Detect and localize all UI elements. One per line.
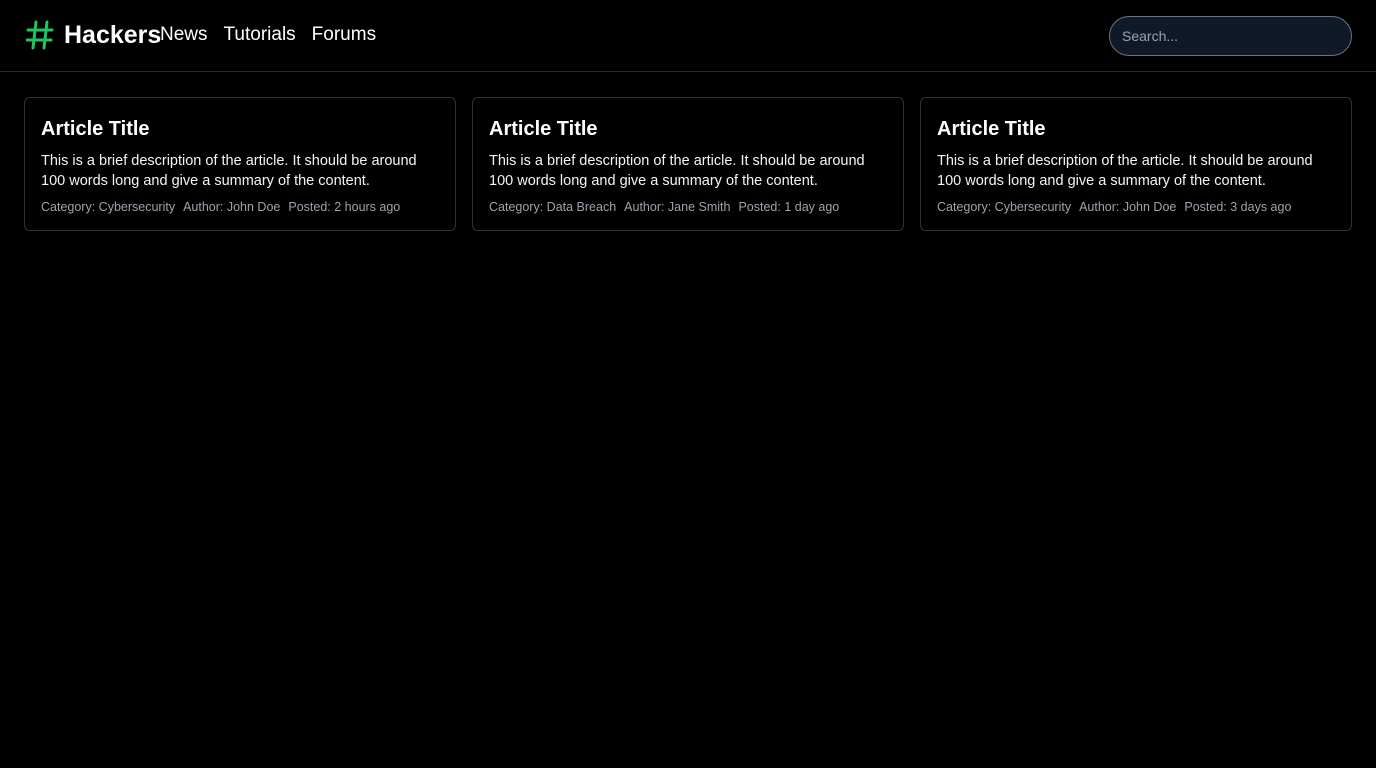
article-meta: Category: Cybersecurity Author: John Doe…: [937, 198, 1335, 216]
article-card[interactable]: Article Title This is a brief descriptio…: [24, 97, 456, 231]
nav-link-tutorials[interactable]: Tutorials: [224, 22, 296, 48]
main-nav: News Tutorials Forums: [160, 22, 376, 48]
article-description: This is a brief description of the artic…: [937, 153, 1313, 189]
article-title[interactable]: Article Title: [489, 116, 887, 142]
article-meta: Category: Data Breach Author: Jane Smith…: [489, 198, 887, 216]
article-card[interactable]: Article Title This is a brief descriptio…: [920, 97, 1352, 231]
brand[interactable]: Hackers: [26, 18, 161, 52]
hash-icon: [26, 20, 54, 50]
article-category: Category: Cybersecurity: [937, 200, 1072, 214]
article-posted: Posted: 3 days ago: [1184, 200, 1292, 214]
search-input[interactable]: [1109, 16, 1352, 56]
article-title[interactable]: Article Title: [937, 116, 1335, 142]
article-author: Author: Jane Smith: [624, 200, 731, 214]
article-list: Article Title This is a brief descriptio…: [24, 97, 1352, 231]
article-author: Author: John Doe: [183, 200, 281, 214]
nav-link-forums[interactable]: Forums: [312, 22, 376, 48]
article-category: Category: Cybersecurity: [41, 200, 176, 214]
article-card[interactable]: Article Title This is a brief descriptio…: [472, 97, 904, 231]
article-author: Author: John Doe: [1079, 200, 1177, 214]
nav-link-news[interactable]: News: [160, 22, 208, 48]
site-header: Hackers News Tutorials Forums: [0, 0, 1376, 72]
article-title[interactable]: Article Title: [41, 116, 439, 142]
article-category: Category: Data Breach: [489, 200, 617, 214]
article-posted: Posted: 2 hours ago: [288, 200, 401, 214]
article-posted: Posted: 1 day ago: [738, 200, 840, 214]
article-description: This is a brief description of the artic…: [41, 153, 417, 189]
article-description: This is a brief description of the artic…: [489, 153, 865, 189]
brand-name: Hackers: [64, 21, 162, 49]
article-meta: Category: Cybersecurity Author: John Doe…: [41, 198, 439, 216]
